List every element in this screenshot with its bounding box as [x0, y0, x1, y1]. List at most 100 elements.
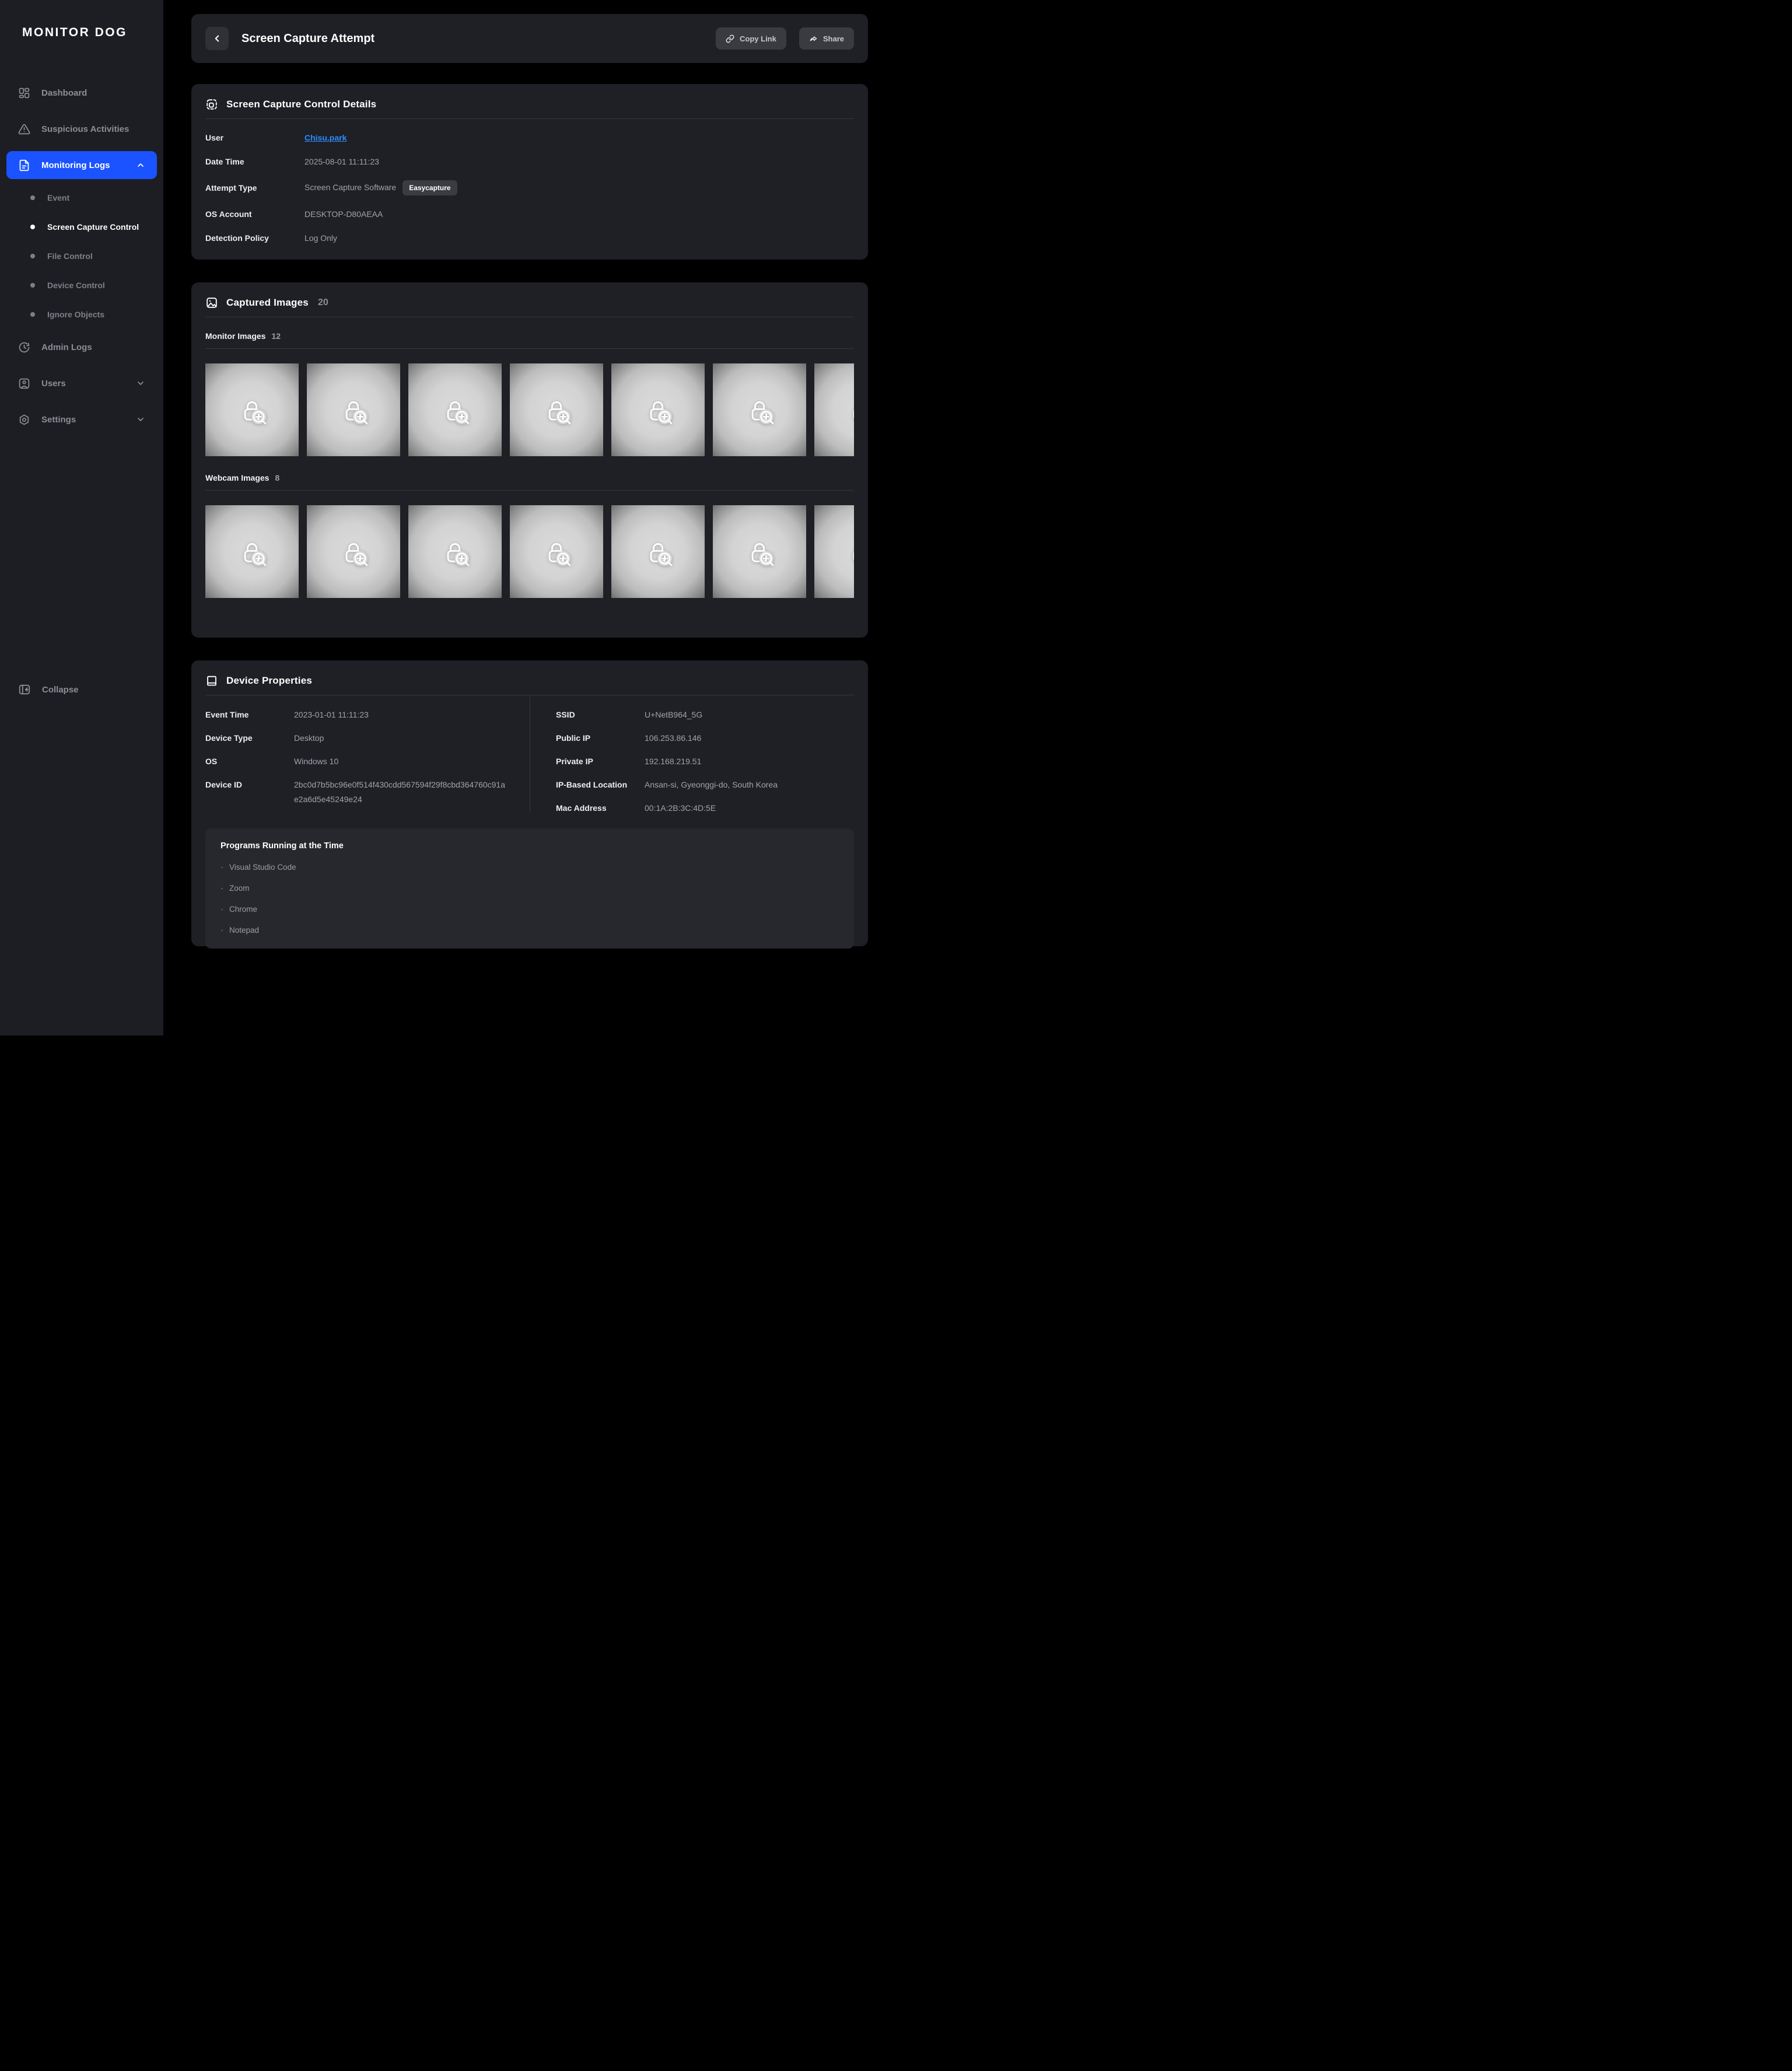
field-row-os-account: OS Account DESKTOP-D80AEAA — [205, 209, 854, 219]
captured-images-header: Captured Images 20 — [205, 296, 854, 309]
section-label: Webcam Images — [205, 473, 269, 482]
bullet-icon — [30, 225, 35, 229]
captured-thumbnail[interactable] — [510, 363, 603, 456]
field-value: DESKTOP-D80AEAA — [304, 209, 383, 219]
captured-thumbnail[interactable] — [611, 505, 705, 598]
monitoring-logs-submenu: Event Screen Capture Control File Contro… — [0, 183, 163, 329]
field-value: 2023-01-01 11:11:23 — [294, 709, 369, 720]
captured-images-count: 20 — [318, 298, 328, 308]
captured-thumbnail[interactable] — [307, 505, 400, 598]
divider — [205, 348, 854, 349]
field-label: Detection Policy — [205, 233, 304, 243]
captured-thumbnail[interactable] — [611, 363, 705, 456]
sidebar-subitem-screen-capture-control[interactable]: Screen Capture Control — [6, 216, 157, 237]
field-label: User — [205, 132, 304, 143]
details-card-header: Screen Capture Control Details — [205, 98, 854, 111]
captured-thumbnail[interactable] — [814, 363, 854, 456]
lock-zoom-icon — [846, 537, 854, 567]
field-row-user: User Chisu.park — [205, 132, 854, 143]
attempt-badge: Easycapture — [402, 180, 457, 195]
collapse-button[interactable]: Collapse — [6, 677, 157, 702]
programs-list: ·Visual Studio Code ·Zoom ·Chrome ·Notep… — [220, 863, 839, 935]
program-item: ·Zoom — [220, 884, 839, 893]
field-value: Windows 10 — [294, 756, 338, 767]
sidebar-subitem-event[interactable]: Event — [6, 187, 157, 208]
lock-zoom-icon — [744, 395, 775, 425]
image-icon — [205, 296, 218, 309]
divider — [205, 118, 854, 119]
collapse-label: Collapse — [42, 685, 79, 695]
sidebar-item-settings[interactable]: Settings — [6, 405, 157, 433]
captured-thumbnail[interactable] — [510, 505, 603, 598]
device-properties-card: Device Properties Event Time 2023-01-01 … — [191, 660, 868, 946]
captured-images-title: Captured Images — [226, 297, 309, 309]
captured-thumbnail[interactable] — [713, 505, 806, 598]
monitor-images-row — [205, 363, 854, 456]
field-label: Date Time — [205, 156, 304, 167]
link-icon — [726, 34, 734, 43]
device-properties-grid: Event Time 2023-01-01 11:11:23 Device Ty… — [205, 697, 854, 813]
bullet-icon — [30, 283, 35, 288]
dashboard-icon — [18, 87, 30, 99]
sidebar-subitem-device-control[interactable]: Device Control — [6, 275, 157, 296]
captured-thumbnail[interactable] — [205, 505, 299, 598]
copy-link-button[interactable]: Copy Link — [716, 27, 786, 50]
sidebar-subitem-file-control[interactable]: File Control — [6, 246, 157, 267]
field-value: 2bc0d7b5bc96e0f514f430cdd567594f29f8cbd3… — [294, 778, 506, 807]
captured-thumbnail[interactable] — [205, 363, 299, 456]
captured-thumbnail[interactable] — [307, 363, 400, 456]
lock-zoom-icon — [744, 537, 775, 567]
device-properties-title: Device Properties — [226, 675, 312, 687]
sidebar-item-suspicious-activities[interactable]: Suspicious Activities — [6, 115, 157, 143]
captured-thumbnail[interactable] — [713, 363, 806, 456]
divider — [205, 490, 854, 491]
sidebar-item-label: Users — [41, 379, 66, 389]
field-value: Log Only — [304, 233, 337, 243]
sidebar-nav: Dashboard Suspicious Activities Monitori… — [0, 75, 163, 438]
laptop-icon — [205, 674, 218, 687]
sidebar-item-label: Dashboard — [41, 88, 87, 98]
sidebar-subitem-label: Ignore Objects — [47, 310, 104, 319]
program-item: ·Notepad — [220, 926, 839, 935]
field-label: Device Type — [205, 733, 294, 743]
share-button[interactable]: Share — [799, 27, 854, 50]
sidebar-item-monitoring-logs[interactable]: Monitoring Logs — [6, 151, 157, 179]
field-value: 192.168.219.51 — [645, 756, 701, 767]
chevron-left-icon — [212, 33, 222, 44]
field-label: Private IP — [556, 756, 645, 767]
bullet-icon: · — [220, 886, 223, 891]
bullet-icon: · — [220, 928, 223, 933]
field-value: 106.253.86.146 — [645, 733, 701, 743]
lock-zoom-icon — [643, 395, 673, 425]
device-properties-right-column: SSID U+NetB964_5G Public IP 106.253.86.1… — [530, 697, 854, 813]
copy-link-label: Copy Link — [740, 34, 776, 43]
sidebar-item-admin-logs[interactable]: Admin Logs — [6, 333, 157, 361]
program-item: ·Visual Studio Code — [220, 863, 839, 872]
captured-thumbnail[interactable] — [408, 505, 502, 598]
sidebar-item-users[interactable]: Users — [6, 369, 157, 397]
field-row-ssid: SSID U+NetB964_5G — [556, 709, 854, 720]
lock-zoom-icon — [643, 537, 673, 567]
chevron-up-icon — [136, 160, 145, 170]
user-link[interactable]: Chisu.park — [304, 132, 346, 143]
captured-thumbnail[interactable] — [408, 363, 502, 456]
field-value: U+NetB964_5G — [645, 709, 702, 720]
lock-zoom-icon — [338, 395, 369, 425]
field-row-mac-address: Mac Address 00:1A:2B:3C:4D:5E — [556, 803, 854, 813]
sidebar-subitem-ignore-objects[interactable]: Ignore Objects — [6, 304, 157, 325]
main-content: Screen Capture Attempt Copy Link Share S… — [163, 0, 896, 1036]
captured-thumbnail[interactable] — [814, 505, 854, 598]
field-label: OS — [205, 756, 294, 767]
field-row-device-id: Device ID 2bc0d7b5bc96e0f514f430cdd56759… — [205, 779, 506, 807]
field-value: 00:1A:2B:3C:4D:5E — [645, 803, 716, 813]
field-value: Ansan-si, Gyeonggi-do, South Korea — [645, 779, 778, 790]
user-icon — [18, 377, 30, 390]
history-icon — [18, 341, 30, 354]
sidebar-item-dashboard[interactable]: Dashboard — [6, 79, 157, 107]
back-button[interactable] — [205, 27, 229, 50]
sidebar-item-label: Suspicious Activities — [41, 124, 129, 134]
field-row-device-type: Device Type Desktop — [205, 733, 506, 743]
field-row-public-ip: Public IP 106.253.86.146 — [556, 733, 854, 743]
chevron-down-icon — [136, 379, 145, 388]
bullet-icon: · — [220, 907, 223, 912]
